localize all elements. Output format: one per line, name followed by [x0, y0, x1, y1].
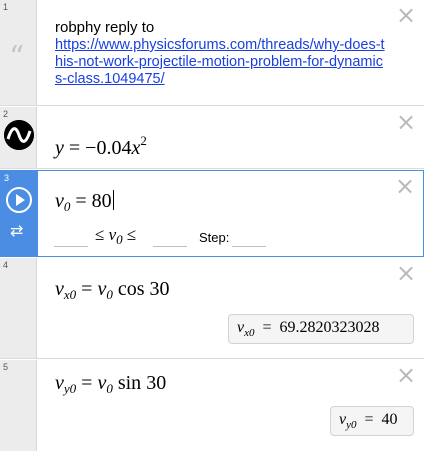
expression-input[interactable]: vy0 = v0 sin 30	[55, 372, 166, 397]
delete-expression-icon[interactable]: ×	[396, 3, 416, 27]
expression-input[interactable]: v0 = 80	[55, 190, 114, 215]
slider-min-input[interactable]	[54, 227, 88, 247]
expression-row-4[interactable]: 4 vx0 = v0 cos 30 × vx0 = 69.2820323028	[0, 258, 424, 359]
slider-max-input[interactable]	[153, 227, 187, 247]
loop-icon[interactable]: ⇄	[10, 221, 23, 240]
delete-expression-icon[interactable]: ×	[396, 363, 416, 387]
row-index: 2	[3, 109, 9, 119]
expression-row-2[interactable]: 2 y = −0.04x2 ×	[0, 107, 424, 169]
row-gutter: 5	[0, 360, 37, 451]
play-icon[interactable]	[6, 187, 32, 213]
row-index: 5	[3, 362, 9, 372]
delete-expression-icon[interactable]: ×	[396, 261, 416, 285]
expression-row-note[interactable]: 1 “ robphy reply to https://www.physicsf…	[0, 0, 424, 106]
slider-range-label: ≤ v0 ≤	[95, 225, 137, 247]
quote-icon: “	[9, 40, 25, 75]
row-gutter: 4	[0, 258, 37, 358]
row-index: 1	[3, 2, 9, 12]
graph-curve-icon[interactable]	[4, 120, 34, 150]
row-index: 4	[3, 260, 9, 270]
text-cursor	[112, 190, 114, 210]
expression-row-5[interactable]: 5 vy0 = v0 sin 30 × vy0 = 40	[0, 360, 424, 451]
delete-expression-icon[interactable]: ×	[395, 174, 415, 198]
row-index: 3	[4, 173, 10, 183]
note-author: robphy reply to	[55, 19, 155, 36]
expression-input[interactable]: vx0 = v0 cos 30	[55, 278, 170, 303]
slider-step-label: Step:	[199, 230, 230, 245]
expression-input[interactable]: y = −0.04x2	[55, 133, 147, 160]
row-gutter: 1 “	[0, 0, 37, 105]
row-gutter: 2	[0, 107, 37, 168]
row-gutter: 3 ⇄	[1, 171, 38, 256]
expression-list: 1 “ robphy reply to https://www.physicsf…	[0, 0, 424, 451]
slider-step-input[interactable]	[232, 227, 266, 247]
evaluation-result: vy0 = 40	[330, 406, 414, 436]
evaluation-result: vx0 = 69.2820323028	[228, 314, 414, 344]
delete-expression-icon[interactable]: ×	[396, 110, 416, 134]
note-link[interactable]: https://www.physicsforums.com/threads/wh…	[55, 37, 385, 88]
